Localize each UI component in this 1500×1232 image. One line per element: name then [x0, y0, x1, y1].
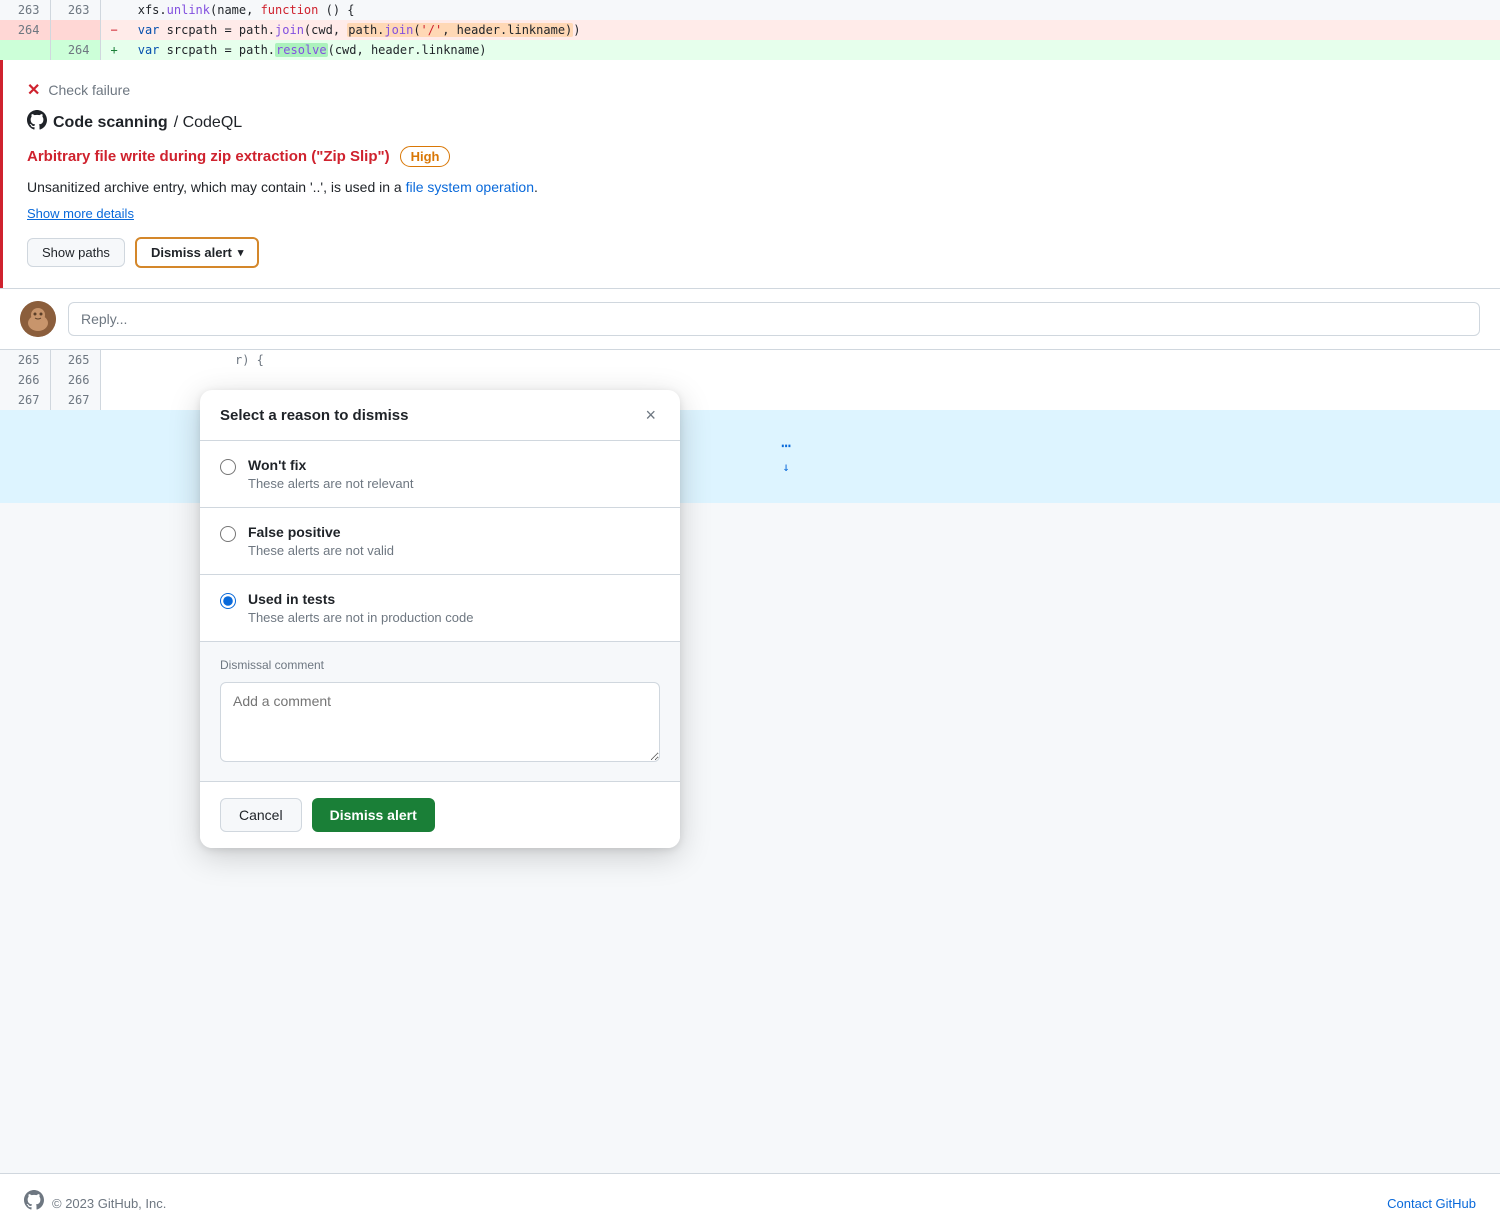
modal-comment-label: Dismissal comment — [220, 658, 660, 672]
radio-wont-fix-label: Won't fix — [248, 457, 413, 473]
radio-used-in-tests-content: Used in tests These alerts are not in pr… — [248, 591, 473, 625]
radio-false-positive-desc: These alerts are not valid — [248, 543, 394, 558]
modal-title: Select a reason to dismiss — [220, 407, 408, 424]
radio-wont-fix-desc: These alerts are not relevant — [248, 476, 413, 491]
radio-wont-fix-content: Won't fix These alerts are not relevant — [248, 457, 413, 491]
dismiss-alert-modal-button[interactable]: Dismiss alert — [312, 798, 435, 832]
radio-used-in-tests-label: Used in tests — [248, 591, 473, 607]
radio-false-positive-label: False positive — [248, 524, 394, 540]
modal-comment-input[interactable] — [220, 682, 660, 762]
radio-false-positive[interactable] — [220, 526, 236, 542]
modal-close-button[interactable]: × — [641, 406, 660, 424]
radio-option-wont-fix[interactable]: Won't fix These alerts are not relevant — [200, 441, 680, 508]
radio-wont-fix[interactable] — [220, 459, 236, 475]
radio-option-false-positive[interactable]: False positive These alerts are not vali… — [200, 508, 680, 575]
radio-used-in-tests-desc: These alerts are not in production code — [248, 610, 473, 625]
cancel-button[interactable]: Cancel — [220, 798, 302, 832]
modal-body: Won't fix These alerts are not relevant … — [200, 441, 680, 641]
modal-overlay: Select a reason to dismiss × Won't fix T… — [0, 0, 1500, 1232]
modal-footer: Cancel Dismiss alert — [200, 781, 680, 848]
radio-option-used-in-tests[interactable]: Used in tests These alerts are not in pr… — [200, 575, 680, 641]
dismiss-modal: Select a reason to dismiss × Won't fix T… — [200, 390, 680, 848]
radio-false-positive-content: False positive These alerts are not vali… — [248, 524, 394, 558]
radio-used-in-tests[interactable] — [220, 593, 236, 609]
modal-comment-section: Dismissal comment — [200, 641, 680, 781]
modal-header: Select a reason to dismiss × — [200, 390, 680, 441]
